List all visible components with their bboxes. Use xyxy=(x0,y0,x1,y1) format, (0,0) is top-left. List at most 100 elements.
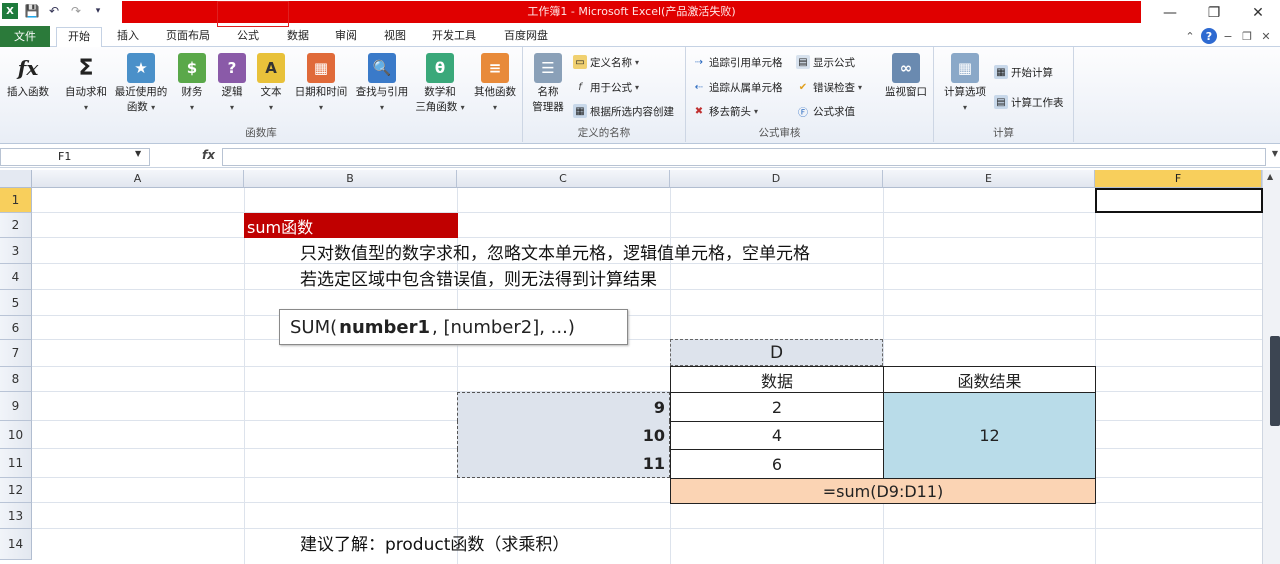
insert-function-button[interactable]: fx 插入函数 xyxy=(2,53,54,100)
customize-qat-icon[interactable]: ▾ xyxy=(90,3,106,19)
close-icon[interactable]: ✕ xyxy=(1236,0,1280,25)
row-header-14[interactable]: 14 xyxy=(0,529,32,560)
vertical-scrollbar[interactable]: ▲ xyxy=(1262,170,1280,564)
name-box[interactable]: F1 xyxy=(0,148,150,166)
row-header-2[interactable]: 2 xyxy=(0,213,32,238)
trace-precedents-button[interactable]: ⇢ 追踪引用单元格 xyxy=(692,53,783,71)
name-manager-button[interactable]: ☰ 名称 管理器 xyxy=(527,53,569,115)
result-header-cell[interactable]: 函数结果 xyxy=(883,366,1096,393)
row-header-3[interactable]: 3 xyxy=(0,238,32,264)
row-header-6[interactable]: 6 xyxy=(0,316,32,340)
row-header-5[interactable]: 5 xyxy=(0,290,32,316)
row-header-4[interactable]: 4 xyxy=(0,264,32,290)
more-functions-button[interactable]: ≡ 其他函数 ▾ xyxy=(468,53,522,115)
column-header-e[interactable]: E xyxy=(883,170,1095,188)
datetime-button[interactable]: ▦ 日期和时间 ▾ xyxy=(290,53,352,115)
insert-function-fx-icon[interactable]: fx xyxy=(202,148,215,162)
error-checking-button[interactable]: ✔ 错误检查 ▾ xyxy=(796,78,862,96)
tab-baidu[interactable]: 百度网盘 xyxy=(496,27,556,47)
row-number-cell[interactable]: 11 xyxy=(457,449,670,478)
autosum-button[interactable]: Σ 自动求和 ▾ xyxy=(60,53,112,115)
row-header-7[interactable]: 7 xyxy=(0,340,32,367)
financial-button[interactable]: $ 财务 ▾ xyxy=(176,53,208,115)
save-icon[interactable]: 💾 xyxy=(24,3,40,19)
tab-home[interactable]: 开始 xyxy=(56,27,102,47)
collapse-ribbon-icon[interactable]: ⌃ xyxy=(1182,28,1198,44)
row-number-cell[interactable]: 9 xyxy=(457,392,670,421)
column-label-cell[interactable]: D xyxy=(670,339,883,366)
create-from-selection-button[interactable]: ▦ 根据所选内容创建 xyxy=(573,102,674,120)
column-header-d[interactable]: D xyxy=(670,170,883,188)
sum-function-label[interactable]: sum函数 xyxy=(244,213,458,238)
sigma-icon: Σ xyxy=(78,55,94,81)
watch-window-label: 监视窗口 xyxy=(885,86,927,98)
math-trig-button[interactable]: θ 数学和 三角函数 ▾ xyxy=(414,53,466,115)
column-header-c[interactable]: C xyxy=(457,170,670,188)
trace-precedents-label: 追踪引用单元格 xyxy=(709,56,783,69)
tab-page-layout[interactable]: 页面布局 xyxy=(158,27,218,47)
row-header-9[interactable]: 9 xyxy=(0,392,32,421)
tab-review[interactable]: 审阅 xyxy=(326,27,366,47)
column-header-b[interactable]: B xyxy=(244,170,457,188)
tooltip-suffix: , [number2], ...) xyxy=(432,316,575,338)
select-all-corner[interactable] xyxy=(0,170,32,188)
tab-formulas[interactable]: 公式 xyxy=(225,27,271,47)
tab-view[interactable]: 视图 xyxy=(375,27,415,47)
column-header-f[interactable]: F xyxy=(1095,170,1262,188)
tab-insert[interactable]: 插入 xyxy=(108,27,148,47)
expand-formula-bar-icon[interactable]: ▼ xyxy=(1272,149,1278,158)
row-header-1[interactable]: 1 xyxy=(0,188,32,213)
calc-options-button[interactable]: ▦ 计算选项 ▾ xyxy=(938,53,992,115)
undo-icon[interactable]: ↶ xyxy=(46,3,62,19)
ribbon-tabs: 文件 开始 插入 页面布局 公式 数据 审阅 视图 开发工具 百度网盘 xyxy=(0,25,1280,47)
workbook-restore-icon[interactable]: ❐ xyxy=(1239,28,1255,44)
formula-bar: F1 ▼ fx ▼ xyxy=(0,146,1280,168)
row-number-cell[interactable]: 10 xyxy=(457,421,670,449)
row-header-11[interactable]: 11 xyxy=(0,449,32,478)
calc-sheet-button[interactable]: ▤ 计算工作表 xyxy=(994,93,1064,111)
formula-text-cell[interactable]: =sum(D9:D11) xyxy=(670,478,1096,504)
name-box-dropdown-icon[interactable]: ▼ xyxy=(135,149,141,158)
minimize-icon[interactable]: — xyxy=(1148,0,1192,25)
row-header-8[interactable]: 8 xyxy=(0,367,32,392)
workbook-close-icon[interactable]: ✕ xyxy=(1258,28,1274,44)
use-in-formula-button[interactable]: f 用于公式 ▾ xyxy=(573,78,639,96)
scroll-up-arrow-icon[interactable]: ▲ xyxy=(1267,172,1273,181)
tab-data[interactable]: 数据 xyxy=(278,27,318,47)
scrollbar-thumb[interactable] xyxy=(1270,336,1280,426)
redo-icon[interactable]: ↷ xyxy=(68,3,84,19)
data-value-cell[interactable]: 2 xyxy=(670,392,884,422)
formulas-tab-highlight xyxy=(217,1,289,27)
calc-now-button[interactable]: ▦ 开始计算 xyxy=(994,63,1053,81)
column-header-a[interactable]: A xyxy=(32,170,244,188)
restore-icon[interactable]: ❐ xyxy=(1192,0,1236,25)
row-header-13[interactable]: 13 xyxy=(0,503,32,529)
workbook-minimize-icon[interactable]: − xyxy=(1220,28,1236,44)
active-cell-f1[interactable] xyxy=(1095,188,1263,213)
tab-file[interactable]: 文件 xyxy=(0,26,50,47)
lookup-button[interactable]: 🔍 查找与引用 ▾ xyxy=(352,53,412,115)
logical-button[interactable]: ? 逻辑 ▾ xyxy=(216,53,248,115)
watch-window-button[interactable]: ∞ 监视窗口 xyxy=(880,53,932,100)
row-header-12[interactable]: 12 xyxy=(0,478,32,503)
description-line-2[interactable]: 若选定区域中包含错误值，则无法得到计算结果 xyxy=(300,264,657,290)
recent-functions-button[interactable]: ★ 最近使用的 函数 ▾ xyxy=(110,53,172,115)
define-name-button[interactable]: ▭ 定义名称 ▾ xyxy=(573,53,639,71)
row-header-10[interactable]: 10 xyxy=(0,421,32,449)
evaluate-formula-button[interactable]: Ⓕ 公式求值 xyxy=(796,102,855,120)
logical-book-icon: ? xyxy=(218,53,246,83)
show-formulas-button[interactable]: ▤ 显示公式 xyxy=(796,53,855,71)
function-result-cell[interactable]: 12 xyxy=(883,392,1096,479)
text-button[interactable]: A 文本 ▾ xyxy=(255,53,287,115)
help-icon[interactable]: ? xyxy=(1201,28,1217,44)
remove-arrows-button[interactable]: ✖ 移去箭头 ▾ xyxy=(692,102,758,120)
data-value-cell[interactable]: 6 xyxy=(670,449,884,479)
trace-dependents-button[interactable]: ⇠ 追踪从属单元格 xyxy=(692,78,783,96)
data-header-cell[interactable]: 数据 xyxy=(670,366,884,393)
tab-developer[interactable]: 开发工具 xyxy=(424,27,484,47)
suggestion-text[interactable]: 建议了解：product函数（求乘积） xyxy=(300,528,569,556)
formula-input[interactable] xyxy=(222,148,1266,166)
gridline xyxy=(32,212,1262,213)
data-value-cell[interactable]: 4 xyxy=(670,421,884,450)
description-line-1[interactable]: 只对数值型的数字求和，忽略文本单元格，逻辑值单元格，空单元格 xyxy=(300,239,810,264)
